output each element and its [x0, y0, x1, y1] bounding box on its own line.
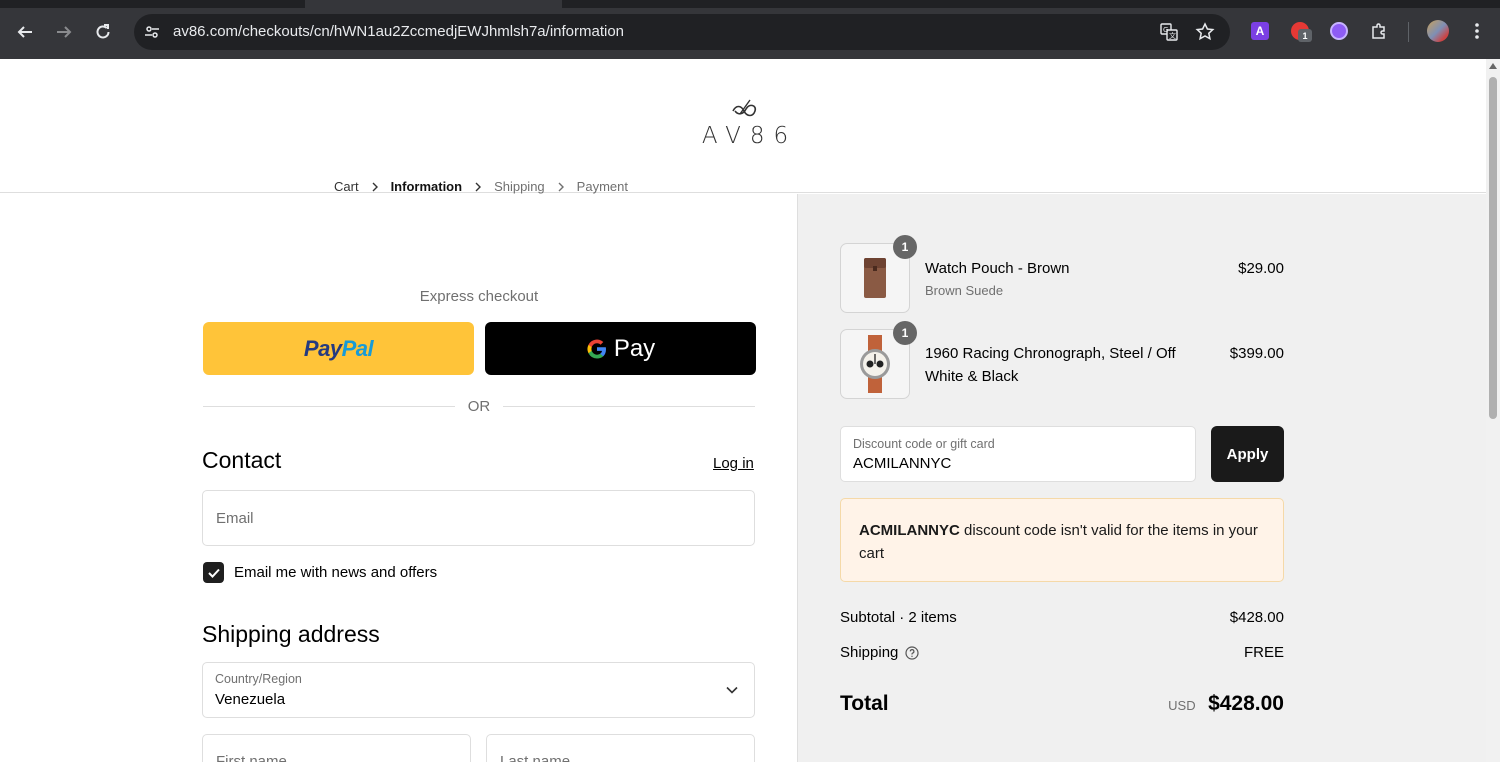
- country-value: Venezuela: [215, 691, 286, 708]
- extension-badge: 1: [1298, 29, 1312, 42]
- quantity-badge: 1: [893, 235, 917, 259]
- profile-avatar[interactable]: [1427, 20, 1449, 42]
- translate-icon[interactable]: G文: [1158, 21, 1180, 43]
- quantity-badge: 1: [893, 321, 917, 345]
- shipping-row: Shipping FREE: [840, 644, 1284, 661]
- or-divider: OR: [203, 398, 755, 415]
- store-header: AV86: [0, 59, 1486, 193]
- help-circle-icon[interactable]: [905, 645, 919, 660]
- scrollbar-thumb[interactable]: [1489, 77, 1497, 419]
- watch-pouch-image: [864, 258, 886, 298]
- logo-infinity-icon: [732, 99, 757, 117]
- shipping-value: FREE: [1243, 644, 1284, 661]
- logo-wordmark: AV86: [701, 123, 798, 149]
- subtotal-label: Subtotal · 2 items: [840, 609, 957, 626]
- toolbar-divider: [1408, 22, 1409, 42]
- bookmark-star-icon[interactable]: [1194, 21, 1216, 43]
- item-price: $399.00: [1229, 345, 1284, 362]
- country-label: Country/Region: [215, 672, 302, 686]
- extension-a-icon[interactable]: A: [1250, 21, 1270, 41]
- url-text[interactable]: av86.com/checkouts/cn/hWN1au2ZccmedjEWJh…: [173, 23, 624, 40]
- discount-error-banner: ACMILANNYC discount code isn't valid for…: [840, 498, 1284, 582]
- tab-strip-right: [562, 0, 1500, 8]
- discount-code-field[interactable]: Discount code or gift card ACMILANNYC: [840, 426, 1196, 482]
- back-button[interactable]: [13, 20, 37, 44]
- discount-value: ACMILANNYC: [853, 455, 952, 472]
- google-pay-label: Pay: [613, 334, 656, 362]
- paypal-logo: PayPal: [303, 335, 374, 361]
- first-name-field[interactable]: First name: [202, 734, 471, 762]
- chronograph-watch-image: [860, 335, 890, 393]
- reload-icon: [96, 24, 110, 39]
- item-price: $29.00: [1238, 260, 1284, 277]
- address-bar[interactable]: av86.com/checkouts/cn/hWN1au2ZccmedjEWJh…: [134, 14, 1230, 50]
- tab-strip: [0, 0, 305, 8]
- last-name-placeholder: Last name: [500, 753, 571, 762]
- last-name-field[interactable]: Last name: [486, 734, 755, 762]
- total-currency: USD: [1168, 698, 1196, 713]
- apply-discount-button[interactable]: Apply: [1211, 426, 1284, 482]
- browser-menu-icon[interactable]: [1467, 21, 1487, 41]
- forward-button[interactable]: [52, 20, 76, 44]
- page-scrollbar[interactable]: [1486, 59, 1500, 762]
- breadcrumb-information: Information: [390, 179, 463, 194]
- back-arrow-icon: [17, 26, 32, 38]
- extension-red-icon[interactable]: 1: [1290, 21, 1312, 42]
- total-amount: $428.00: [1208, 692, 1284, 715]
- site-settings-icon[interactable]: [142, 22, 162, 42]
- total-row: Total USD $428.00: [840, 692, 1284, 716]
- scroll-up-arrow-icon[interactable]: [1489, 63, 1497, 69]
- svg-text:文: 文: [1169, 31, 1176, 40]
- chevron-right-icon: [371, 182, 379, 192]
- chevron-down-icon: [726, 686, 738, 694]
- subtotal-row: Subtotal · 2 items $428.00: [840, 609, 1284, 626]
- email-placeholder: Email: [216, 510, 254, 527]
- express-checkout-label: Express checkout: [419, 288, 539, 305]
- breadcrumb-cart[interactable]: Cart: [334, 179, 359, 194]
- google-g-icon: [587, 339, 606, 359]
- breadcrumb-shipping: Shipping: [494, 179, 545, 194]
- newsletter-checkbox[interactable]: [203, 562, 224, 583]
- chevron-right-icon: [474, 182, 482, 192]
- newsletter-option[interactable]: Email me with news and offers: [203, 562, 437, 583]
- shipping-label: Shipping: [840, 644, 899, 661]
- item-variant: Brown Suede: [925, 283, 1004, 298]
- reload-button[interactable]: [91, 20, 115, 44]
- forward-arrow-icon: [57, 26, 72, 38]
- subtotal-value: $428.00: [1229, 609, 1284, 626]
- breadcrumb-payment: Payment: [576, 179, 628, 194]
- item-name: 1960 Racing Chronograph, Steel / Off Whi…: [925, 345, 1176, 385]
- google-pay-button[interactable]: Pay: [485, 322, 756, 375]
- newsletter-label: Email me with news and offers: [234, 564, 438, 581]
- paypal-button[interactable]: PayPal: [203, 322, 474, 375]
- discount-label: Discount code or gift card: [853, 437, 995, 451]
- contact-heading: Contact: [202, 447, 282, 473]
- item-name: Watch Pouch - Brown: [925, 260, 1070, 277]
- first-name-placeholder: First name: [216, 753, 287, 762]
- total-label: Total: [840, 692, 889, 715]
- checkmark-icon: [207, 568, 220, 578]
- shipping-address-heading: Shipping address: [202, 621, 380, 647]
- store-logo[interactable]: AV86: [690, 97, 800, 149]
- error-code: ACMILANNYC: [859, 522, 960, 539]
- extensions-puzzle-icon[interactable]: [1369, 21, 1389, 41]
- browser-toolbar: av86.com/checkouts/cn/hWN1au2ZccmedjEWJh…: [0, 0, 1500, 59]
- or-text: OR: [467, 398, 491, 415]
- country-select[interactable]: Country/Region Venezuela: [202, 662, 755, 718]
- breadcrumb: Cart Information Shipping Payment: [334, 179, 628, 194]
- chevron-right-icon: [557, 182, 565, 192]
- extension-purple-icon[interactable]: [1329, 21, 1349, 41]
- login-link[interactable]: Log in: [713, 455, 754, 472]
- svg-text:G: G: [1163, 26, 1168, 34]
- email-field[interactable]: Email: [202, 490, 755, 546]
